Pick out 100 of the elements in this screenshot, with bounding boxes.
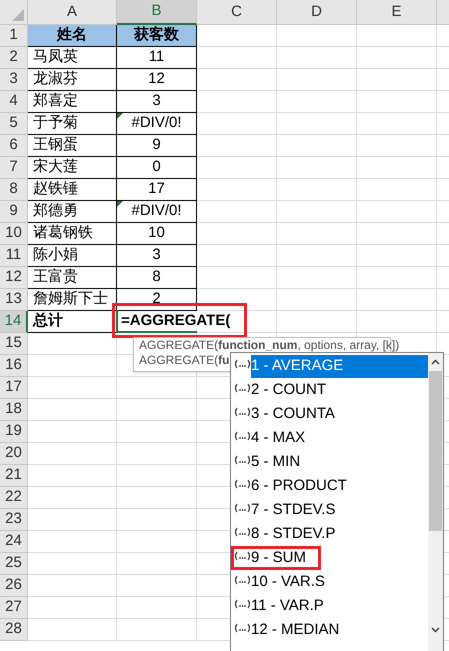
autocomplete-item[interactable]: 4 - MAX — [234, 426, 428, 450]
option-label: 5 - MIN — [251, 452, 302, 472]
cell-text: 3 — [152, 245, 161, 266]
scrollbar[interactable] — [428, 353, 443, 651]
autocomplete-item[interactable]: 12 - MEDIAN — [234, 618, 428, 642]
row-header[interactable]: 8 — [0, 179, 28, 201]
cell-text: 3 — [152, 91, 161, 112]
chevron-up-icon[interactable] — [431, 359, 440, 365]
parenthesized-dots-icon — [234, 455, 251, 465]
cell-text: 王富贵 — [33, 267, 78, 288]
row-header[interactable]: 25 — [0, 553, 28, 575]
column-header[interactable]: E — [357, 0, 437, 25]
row-header[interactable]: 9 — [0, 201, 28, 223]
parenthesized-dots-icon — [234, 503, 251, 513]
option-label: 2 - COUNT — [251, 380, 327, 400]
option-label: 4 - MAX — [251, 428, 306, 448]
row-header[interactable]: 23 — [0, 509, 28, 531]
parenthesized-dots-icon — [234, 623, 251, 633]
autocomplete-item[interactable]: 9 - SUM — [234, 546, 428, 570]
column-header[interactable]: A — [28, 0, 117, 25]
option-label: 6 - PRODUCT — [251, 476, 348, 496]
row-header[interactable]: 19 — [0, 421, 28, 443]
parenthesized-dots-icon — [234, 431, 251, 441]
row-header[interactable]: 1 — [0, 25, 28, 47]
cell-text: #DIV/0! — [131, 201, 182, 222]
option-label: 9 - SUM — [251, 548, 308, 568]
parenthesized-dots-icon — [234, 359, 251, 369]
cell-text: 郑德勇 — [33, 201, 78, 222]
cell-text: 马凤英 — [33, 47, 78, 68]
row-header[interactable]: 2 — [0, 47, 28, 69]
chevron-down-icon[interactable] — [431, 627, 440, 633]
row-header[interactable]: 22 — [0, 487, 28, 509]
parenthesized-dots-icon — [234, 551, 251, 561]
parenthesized-dots-icon — [234, 407, 251, 417]
option-label: 7 - STDEV.S — [251, 500, 336, 520]
cell-text: 获客数 — [134, 25, 179, 46]
parenthesized-dots-icon — [234, 479, 251, 489]
cell-text: 2 — [152, 289, 161, 310]
cell-text: 诸葛钢铁 — [33, 223, 93, 244]
cell-text: 陈小娟 — [33, 245, 78, 266]
cell-text: 赵铁锤 — [33, 179, 78, 200]
row-header[interactable]: 12 — [0, 267, 28, 289]
autocomplete-item[interactable]: 5 - MIN — [234, 450, 428, 474]
row-header[interactable]: 20 — [0, 443, 28, 465]
cell-text: 17 — [148, 179, 165, 200]
column-header[interactable] — [437, 0, 449, 25]
column-header[interactable]: D — [277, 0, 357, 25]
cell-text: 9 — [152, 135, 161, 156]
autocomplete-item[interactable]: 7 - STDEV.S — [234, 498, 428, 522]
parenthesized-dots-icon — [234, 383, 251, 393]
row-header[interactable]: 27 — [0, 597, 28, 619]
row-header[interactable]: 7 — [0, 157, 28, 179]
formula-input[interactable]: =AGGREGATE( — [121, 310, 230, 333]
autocomplete-item[interactable]: 8 - STDEV.P — [234, 522, 428, 546]
row-header[interactable]: 24 — [0, 531, 28, 553]
autocomplete-item[interactable]: 11 - VAR.P — [234, 594, 428, 618]
cell-text: 宋大莲 — [33, 157, 78, 178]
autocomplete-item[interactable]: 10 - VAR.S — [234, 570, 428, 594]
row-header[interactable]: 11 — [0, 245, 28, 267]
cell-text: 10 — [148, 223, 165, 244]
cell-text: 姓名 — [57, 25, 87, 46]
cell-text: 12 — [148, 69, 165, 90]
option-label: 11 - VAR.P — [251, 596, 325, 616]
row-header[interactable]: 10 — [0, 223, 28, 245]
row-header[interactable]: 18 — [0, 399, 28, 421]
option-label: 12 - MEDIAN — [251, 620, 340, 640]
cell-text: 龙淑芬 — [33, 69, 78, 90]
row-header[interactable]: 16 — [0, 355, 28, 377]
select-all-corner[interactable] — [0, 0, 28, 25]
autocomplete-item[interactable]: 6 - PRODUCT — [234, 474, 428, 498]
row-header[interactable]: 13 — [0, 289, 28, 311]
option-label: 3 - COUNTA — [251, 404, 336, 424]
cell-text: 于予菊 — [33, 113, 78, 134]
row-header[interactable]: 5 — [0, 113, 28, 135]
option-label: 10 - VAR.S — [251, 572, 326, 592]
parenthesized-dots-icon — [234, 527, 251, 537]
row-header[interactable]: 14 — [0, 311, 28, 333]
row-header[interactable]: 3 — [0, 69, 28, 91]
scrollbar-thumb[interactable] — [429, 371, 442, 531]
cell-text: 8 — [152, 267, 161, 288]
cell-text: 王钢蛋 — [33, 135, 78, 156]
parenthesized-dots-icon — [234, 575, 251, 585]
autocomplete-item[interactable]: 3 - COUNTA — [234, 402, 428, 426]
row-header[interactable]: 4 — [0, 91, 28, 113]
triangle-icon — [12, 9, 24, 21]
option-label: 8 - STDEV.P — [251, 524, 336, 544]
row-header[interactable]: 21 — [0, 465, 28, 487]
row-header[interactable]: 17 — [0, 377, 28, 399]
row-header[interactable]: 28 — [0, 619, 28, 641]
parenthesized-dots-icon — [234, 599, 251, 609]
autocomplete-item[interactable]: 2 - COUNT — [234, 378, 428, 402]
row-header[interactable]: 6 — [0, 135, 28, 157]
cell-text: 0 — [152, 157, 161, 178]
row-header[interactable]: 26 — [0, 575, 28, 597]
cell-text: #DIV/0! — [131, 113, 182, 134]
row-header[interactable]: 15 — [0, 333, 28, 355]
column-header[interactable]: B — [117, 0, 197, 25]
column-header[interactable]: C — [197, 0, 277, 25]
syntax-text: AGGREGATE(fu — [139, 353, 230, 368]
cell-text: 11 — [148, 47, 164, 68]
